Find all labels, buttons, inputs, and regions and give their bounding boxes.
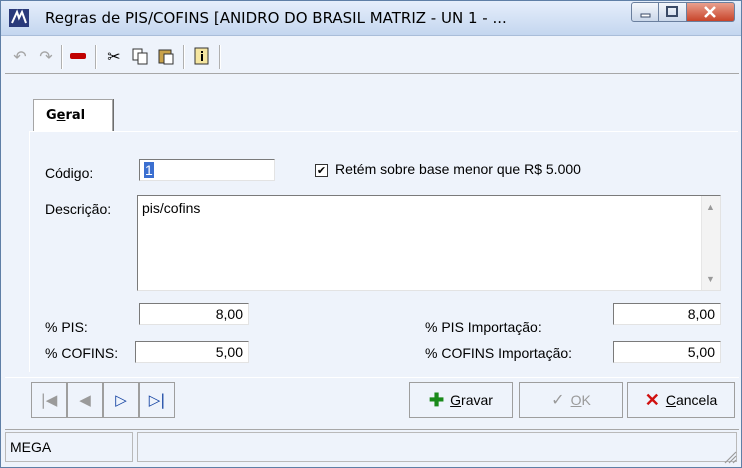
minimize-button[interactable]	[631, 2, 659, 22]
toolbar-separator	[95, 45, 97, 69]
maximize-icon	[666, 6, 678, 17]
paste-icon[interactable]	[155, 45, 177, 67]
cut-icon[interactable]: ✂	[103, 45, 125, 67]
ok-label: OK	[570, 392, 591, 408]
close-button[interactable]	[687, 2, 735, 22]
resize-grip-icon[interactable]	[723, 450, 737, 464]
prev-record-button[interactable]: ◀	[67, 382, 103, 418]
pis-label: % PIS:	[45, 319, 88, 335]
pis-importacao-label: % PIS Importação:	[425, 319, 542, 335]
check-mark-icon: ✔	[316, 164, 327, 177]
retem-label: Retém sobre base menor que R$ 5.000	[335, 161, 581, 177]
next-record-button[interactable]: ▷	[103, 382, 139, 418]
window-title: Regras de PIS/COFINS [ANIDRO DO BRASIL M…	[45, 9, 507, 27]
redo-icon[interactable]: ↷	[35, 45, 57, 67]
title-bar[interactable]: Regras de PIS/COFINS [ANIDRO DO BRASIL M…	[1, 1, 741, 36]
tab-geral[interactable]: Geral	[33, 99, 113, 132]
pis-field[interactable]: 8,00	[139, 303, 249, 325]
cofins-label: % COFINS:	[45, 345, 119, 361]
scroll-up-icon[interactable]: ▲	[706, 202, 715, 212]
info-shape	[194, 47, 209, 65]
window-controls	[631, 2, 735, 22]
status-panel-mega: MEGA	[5, 432, 133, 462]
plus-icon: ✚	[429, 389, 445, 410]
retem-checkbox[interactable]: ✔	[315, 164, 328, 177]
cofins-field[interactable]: 5,00	[135, 341, 249, 363]
check-icon: ✓	[551, 392, 565, 409]
window: Regras de PIS/COFINS [ANIDRO DO BRASIL M…	[0, 0, 742, 468]
status-bar: MEGA	[5, 429, 739, 466]
first-record-button[interactable]: |◀	[31, 382, 67, 418]
paste-shape	[158, 49, 174, 65]
status-panel-empty	[137, 432, 737, 462]
undo-icon[interactable]: ↶	[9, 45, 31, 67]
descricao-label: Descrição:	[45, 201, 112, 217]
descricao-value: pis/cofins	[142, 200, 201, 216]
minimize-icon	[640, 13, 651, 18]
cofins-importacao-label: % COFINS Importação:	[425, 345, 573, 361]
maximize-button[interactable]	[659, 2, 687, 22]
codigo-value: 1	[144, 162, 154, 178]
x-icon: ✕	[644, 389, 660, 410]
descricao-scrollbar[interactable]: ▲ ▼	[701, 196, 720, 290]
info-icon[interactable]	[191, 45, 213, 67]
app-logo-icon	[9, 9, 29, 27]
remove-icon[interactable]	[67, 45, 89, 67]
gravar-label: Gravar	[450, 392, 493, 408]
copy-shape	[132, 48, 148, 65]
tab-geral-label: Geral	[46, 108, 86, 123]
scroll-down-icon[interactable]: ▼	[706, 274, 715, 284]
codigo-label: Código:	[45, 165, 94, 181]
pis-importacao-field[interactable]: 8,00	[613, 303, 721, 325]
descricao-field[interactable]: pis/cofins ▲ ▼	[137, 195, 721, 291]
first-icon: |◀	[40, 391, 58, 409]
toolbar-separator	[219, 45, 221, 69]
toolbar-separator	[61, 45, 63, 69]
toolbar: ↶ ↷ ✂	[5, 39, 739, 74]
codigo-field[interactable]: 1	[139, 159, 275, 181]
ok-button[interactable]: ✓ OK	[519, 382, 623, 418]
remove-shape	[70, 53, 86, 59]
tab-strip: Geral	[5, 75, 739, 132]
last-record-button[interactable]: ▷|	[139, 382, 175, 418]
toolbar-separator	[183, 45, 185, 69]
action-bar: |◀ ◀ ▷ ▷| ✚ Gravar ✓ OK ✕ Cancela	[5, 377, 739, 424]
next-icon: ▷	[115, 391, 127, 409]
copy-icon[interactable]	[129, 45, 151, 67]
last-icon: ▷|	[148, 391, 166, 409]
cancela-button[interactable]: ✕ Cancela	[627, 382, 735, 418]
cancela-label: Cancela	[665, 392, 718, 408]
gravar-button[interactable]: ✚ Gravar	[409, 382, 513, 418]
prev-icon: ◀	[79, 391, 91, 409]
cofins-importacao-field[interactable]: 5,00	[613, 341, 721, 363]
close-icon	[704, 6, 716, 18]
